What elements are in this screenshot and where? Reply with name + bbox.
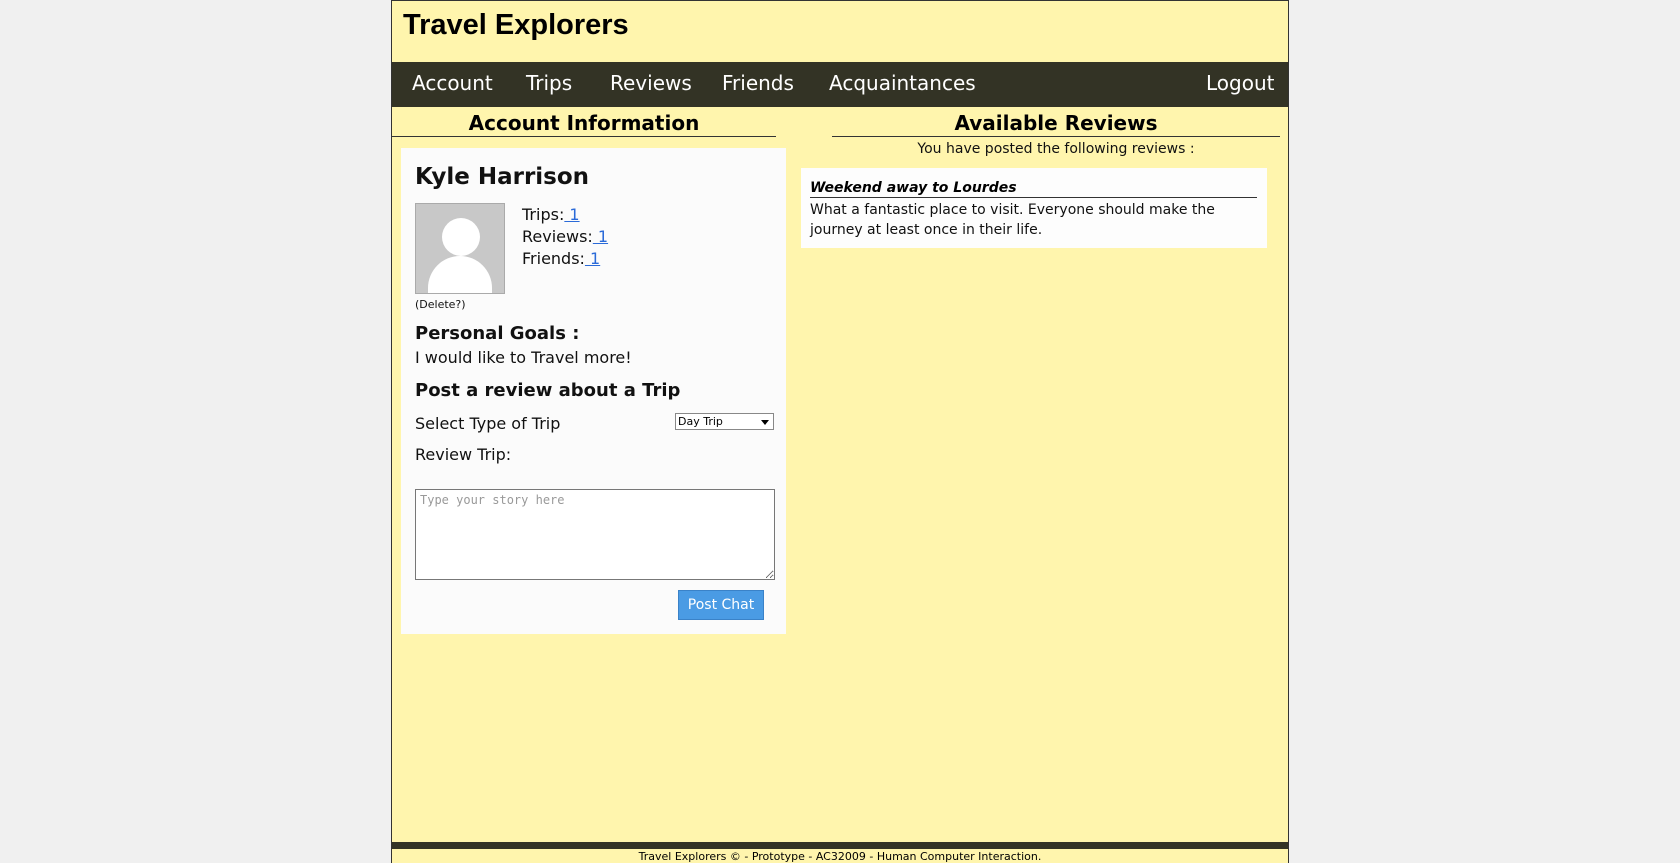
story-input[interactable] [415, 489, 775, 580]
stat-reviews-link[interactable]: 1 [593, 227, 608, 246]
post-review-heading: Post a review about a Trip [415, 380, 681, 401]
trip-type-select[interactable]: Day Trip [675, 413, 774, 430]
review-body: What a fantastic place to visit. Everyon… [810, 202, 1215, 238]
stat-friends-label: Friends: [522, 249, 585, 268]
stat-trips-link[interactable]: 1 [564, 205, 579, 224]
avatar-body [428, 256, 492, 293]
user-silhouette-icon [415, 203, 505, 294]
stat-trips: Trips: 1 [522, 204, 608, 226]
chevron-down-icon [761, 420, 769, 425]
nav-item-friends[interactable]: Friends [722, 71, 794, 95]
trip-type-label: Select Type of Trip [415, 414, 561, 433]
site-title: Travel Explorers [403, 9, 629, 41]
reviews-intro-text: You have posted the following reviews : [917, 141, 1195, 157]
post-chat-button[interactable]: Post Chat [678, 590, 764, 620]
account-panel: Kyle Harrison Trips: 1 Reviews: 1 Friend… [401, 148, 786, 634]
stat-trips-label: Trips: [522, 205, 565, 224]
main-navbar: Account Trips Reviews Friends Acquaintan… [392, 62, 1288, 107]
avatar-head [442, 218, 480, 256]
review-trip-label: Review Trip: [415, 445, 512, 464]
trip-type-selected-value: Day Trip [678, 415, 723, 428]
account-information-heading: Account Information [392, 111, 776, 137]
stat-friends-link[interactable]: 1 [585, 249, 600, 268]
nav-item-logout[interactable]: Logout [1206, 71, 1274, 95]
nav-item-account[interactable]: Account [412, 71, 493, 95]
personal-goals-text: I would like to Travel more! [415, 348, 632, 367]
page-container: Travel Explorers Account Trips Reviews F… [391, 0, 1289, 863]
user-stats: Trips: 1 Reviews: 1 Friends: 1 [522, 204, 608, 270]
available-reviews-heading: Available Reviews [832, 111, 1280, 137]
stat-friends: Friends: 1 [522, 248, 608, 270]
review-title: Weekend away to Lourdes [810, 180, 1257, 198]
nav-item-acquaintances[interactable]: Acquaintances [829, 71, 976, 95]
personal-goals-heading: Personal Goals : [415, 323, 580, 344]
delete-avatar-link[interactable]: (Delete?) [415, 298, 466, 311]
stat-reviews: Reviews: 1 [522, 226, 608, 248]
stat-reviews-label: Reviews: [522, 227, 593, 246]
footer-bar [392, 842, 1288, 849]
review-card: Weekend away to Lourdes What a fantastic… [801, 168, 1267, 248]
footer-text: Travel Explorers © - Prototype - AC32009… [638, 850, 1042, 863]
user-name: Kyle Harrison [415, 164, 590, 190]
nav-item-trips[interactable]: Trips [526, 71, 572, 95]
nav-item-reviews[interactable]: Reviews [610, 71, 692, 95]
